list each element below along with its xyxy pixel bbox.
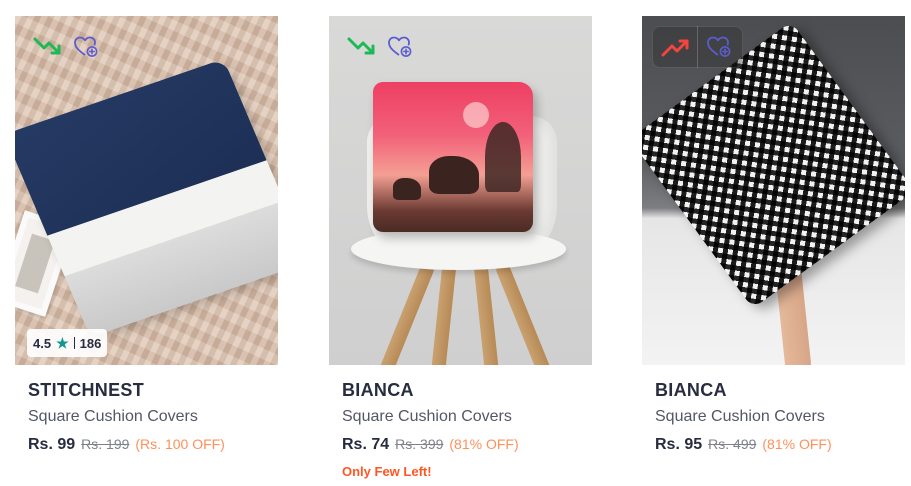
price-row: Rs. 99 Rs. 199 (Rs. 100 OFF): [28, 436, 278, 454]
trend-down-icon[interactable]: [31, 30, 65, 64]
rating-count: 186: [79, 335, 102, 351]
product-mrp: Rs. 199: [81, 436, 130, 452]
product-discount: (Rs. 100 OFF): [135, 436, 225, 452]
rating-value: 4.5: [33, 335, 52, 351]
product-mrp: Rs. 499: [708, 436, 757, 452]
product-brand[interactable]: BIANCA: [342, 380, 592, 401]
product-discount: (81% OFF): [762, 436, 832, 452]
stock-warning: Only Few Left!: [342, 464, 432, 479]
cushion-illustration: [373, 82, 533, 232]
price-row: Rs. 74 Rs. 399 (81% OFF): [342, 436, 592, 454]
product-price: Rs. 95: [655, 436, 703, 453]
product-brand[interactable]: STITCHNEST: [28, 380, 278, 401]
trend-up-icon[interactable]: [659, 30, 693, 64]
product-mrp: Rs. 399: [395, 436, 444, 452]
product-actions: [339, 26, 423, 68]
product-card[interactable]: BIANCA Square Cushion Covers Rs. 74 Rs. …: [329, 16, 592, 479]
star-icon: ★: [56, 334, 69, 351]
rating-badge: 4.5 ★ 186: [27, 329, 108, 357]
product-title[interactable]: Square Cushion Covers: [28, 408, 278, 426]
product-actions: [25, 26, 109, 68]
product-price: Rs. 99: [28, 436, 76, 453]
product-image[interactable]: [642, 16, 905, 365]
wishlist-add-icon[interactable]: [702, 30, 736, 64]
divider: [73, 337, 75, 349]
divider: [697, 26, 698, 68]
product-title[interactable]: Square Cushion Covers: [655, 408, 905, 426]
trend-down-icon[interactable]: [345, 30, 379, 64]
cushion-illustration: [15, 58, 278, 338]
product-actions: [652, 26, 743, 68]
price-row: Rs. 95 Rs. 499 (81% OFF): [655, 436, 905, 454]
wishlist-add-icon[interactable]: [69, 30, 103, 64]
product-image[interactable]: [329, 16, 592, 365]
product-image[interactable]: 4.5 ★ 186: [15, 16, 278, 365]
product-discount: (81% OFF): [449, 436, 519, 452]
wishlist-add-icon[interactable]: [383, 30, 417, 64]
product-card[interactable]: 4.5 ★ 186 STITCHNEST Square Cushion Cove…: [15, 16, 278, 454]
product-title[interactable]: Square Cushion Covers: [342, 408, 592, 426]
product-brand[interactable]: BIANCA: [655, 380, 905, 401]
product-price: Rs. 74: [342, 436, 390, 453]
product-card[interactable]: BIANCA Square Cushion Covers Rs. 95 Rs. …: [642, 16, 905, 454]
